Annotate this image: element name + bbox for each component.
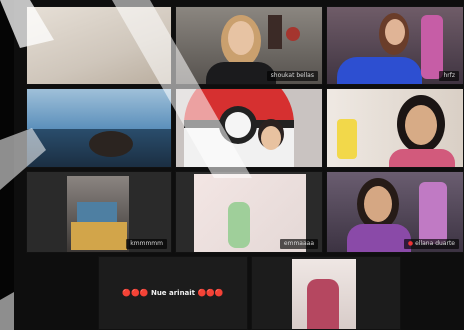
participant-tile-10[interactable]: 🔴🔴🔴 Nue arinait 🔴🔴🔴 bbox=[98, 256, 248, 330]
participant-tile-2[interactable]: shoukat bellas bbox=[175, 6, 323, 85]
name-card-text: Nue arinait bbox=[150, 289, 196, 297]
red-circle-icon: 🔴🔴🔴 bbox=[122, 289, 149, 297]
participant-display-name: 🔴🔴🔴 Nue arinait 🔴🔴🔴 bbox=[122, 289, 223, 297]
participant-name: shoukat bellas bbox=[266, 71, 318, 81]
video-gallery: shoukat bellas hrfz kmmmmm emmaaaa ● ell… bbox=[0, 0, 464, 330]
red-circle-icon: 🔴🔴🔴 bbox=[197, 289, 224, 297]
participant-tile-11[interactable] bbox=[251, 256, 401, 330]
participant-tile-7[interactable]: kmmmmm bbox=[26, 171, 172, 253]
participant-name-text: ellana duarte bbox=[415, 240, 455, 247]
participant-tile-3[interactable]: hrfz bbox=[326, 6, 464, 85]
participant-tile-6[interactable] bbox=[326, 88, 464, 168]
window-edge bbox=[0, 0, 14, 330]
participant-tile-5[interactable] bbox=[175, 88, 323, 168]
muted-mic-icon: ● bbox=[407, 240, 414, 247]
participant-tile-4[interactable] bbox=[26, 88, 172, 168]
participant-tile-1[interactable] bbox=[26, 6, 172, 85]
participant-tile-8[interactable]: emmaaaa bbox=[175, 171, 323, 253]
participant-name: hrfz bbox=[439, 71, 459, 81]
participant-name: emmaaaa bbox=[279, 239, 318, 249]
participant-name: ● ellana duarte bbox=[403, 239, 459, 249]
participant-tile-9[interactable]: ● ellana duarte bbox=[326, 171, 464, 253]
participant-name: kmmmmm bbox=[126, 239, 167, 249]
